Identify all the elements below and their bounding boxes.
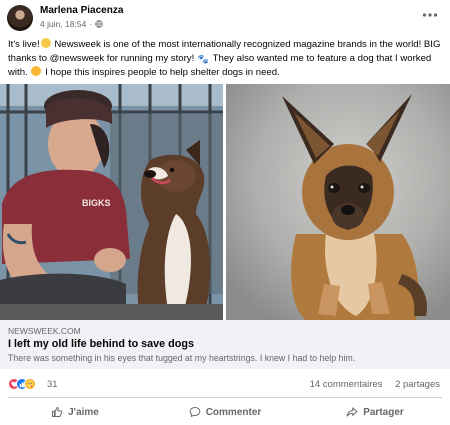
share-label: Partager — [363, 406, 404, 418]
photo-woman-with-dog[interactable]: BIGKS — [0, 84, 223, 320]
avatar[interactable] — [7, 5, 33, 31]
photo-woman-with-dog-art: BIGKS — [0, 84, 223, 320]
reaction-count[interactable]: 31 — [47, 379, 58, 390]
photo-puppy[interactable] — [226, 84, 450, 320]
comment-button[interactable]: Commenter — [150, 401, 300, 423]
care-reaction-icon — [24, 378, 36, 390]
shirt-logo-text: BIGKS — [82, 198, 111, 208]
paw-prints-emoji-icon: 🐾 — [197, 53, 210, 64]
more-dots-icon — [422, 13, 438, 17]
post-meta: 4 juin, 18:54 · — [40, 19, 103, 29]
globe-icon — [95, 20, 103, 28]
like-button[interactable]: J'aime — [0, 401, 150, 423]
like-label: J'aime — [68, 406, 99, 418]
link-preview[interactable]: NEWSWEEK.COM I left my old life behind t… — [0, 320, 450, 369]
hugging-face-icon — [26, 380, 34, 388]
comment-bubble-icon — [189, 407, 201, 417]
link-domain: NEWSWEEK.COM — [8, 326, 81, 336]
post-date[interactable]: 4 juin, 18:54 — [40, 19, 86, 29]
post-text-part4: I hope this inspires people to help shel… — [42, 67, 280, 78]
post-card: Marlena Piacenza 4 juin, 18:54 · It's li… — [0, 0, 450, 425]
author-name[interactable]: Marlena Piacenza — [40, 5, 123, 16]
comments-count[interactable]: 14 commentaires — [310, 379, 383, 390]
share-button[interactable]: Partager — [300, 401, 450, 423]
meta-separator: · — [89, 19, 93, 29]
share-arrow-icon — [346, 407, 358, 417]
engagement-counts: 14 commentaires 2 partages — [310, 379, 440, 390]
thumbs-up-icon — [52, 407, 63, 417]
reaction-icons[interactable] — [8, 378, 36, 390]
divider — [8, 397, 442, 398]
clapping-hands-emoji-icon — [40, 38, 51, 48]
smiling-face-emoji-icon — [31, 66, 42, 76]
photo-puppy-art — [226, 84, 450, 320]
reactions-bar: 31 14 commentaires 2 partages — [0, 373, 450, 395]
post-header: Marlena Piacenza 4 juin, 18:54 · — [0, 0, 450, 36]
more-options-button[interactable] — [422, 6, 438, 21]
comment-label: Commenter — [205, 406, 262, 418]
link-description: There was something in his eyes that tug… — [8, 353, 356, 363]
shares-count[interactable]: 2 partages — [395, 379, 440, 390]
action-bar: J'aime Commenter Partager — [0, 401, 450, 423]
post-text-part1: It's live! — [8, 39, 40, 50]
link-title[interactable]: I left my old life behind to save dogs — [8, 338, 194, 350]
post-text: It's live! Newsweek is one of the most i… — [8, 38, 444, 80]
